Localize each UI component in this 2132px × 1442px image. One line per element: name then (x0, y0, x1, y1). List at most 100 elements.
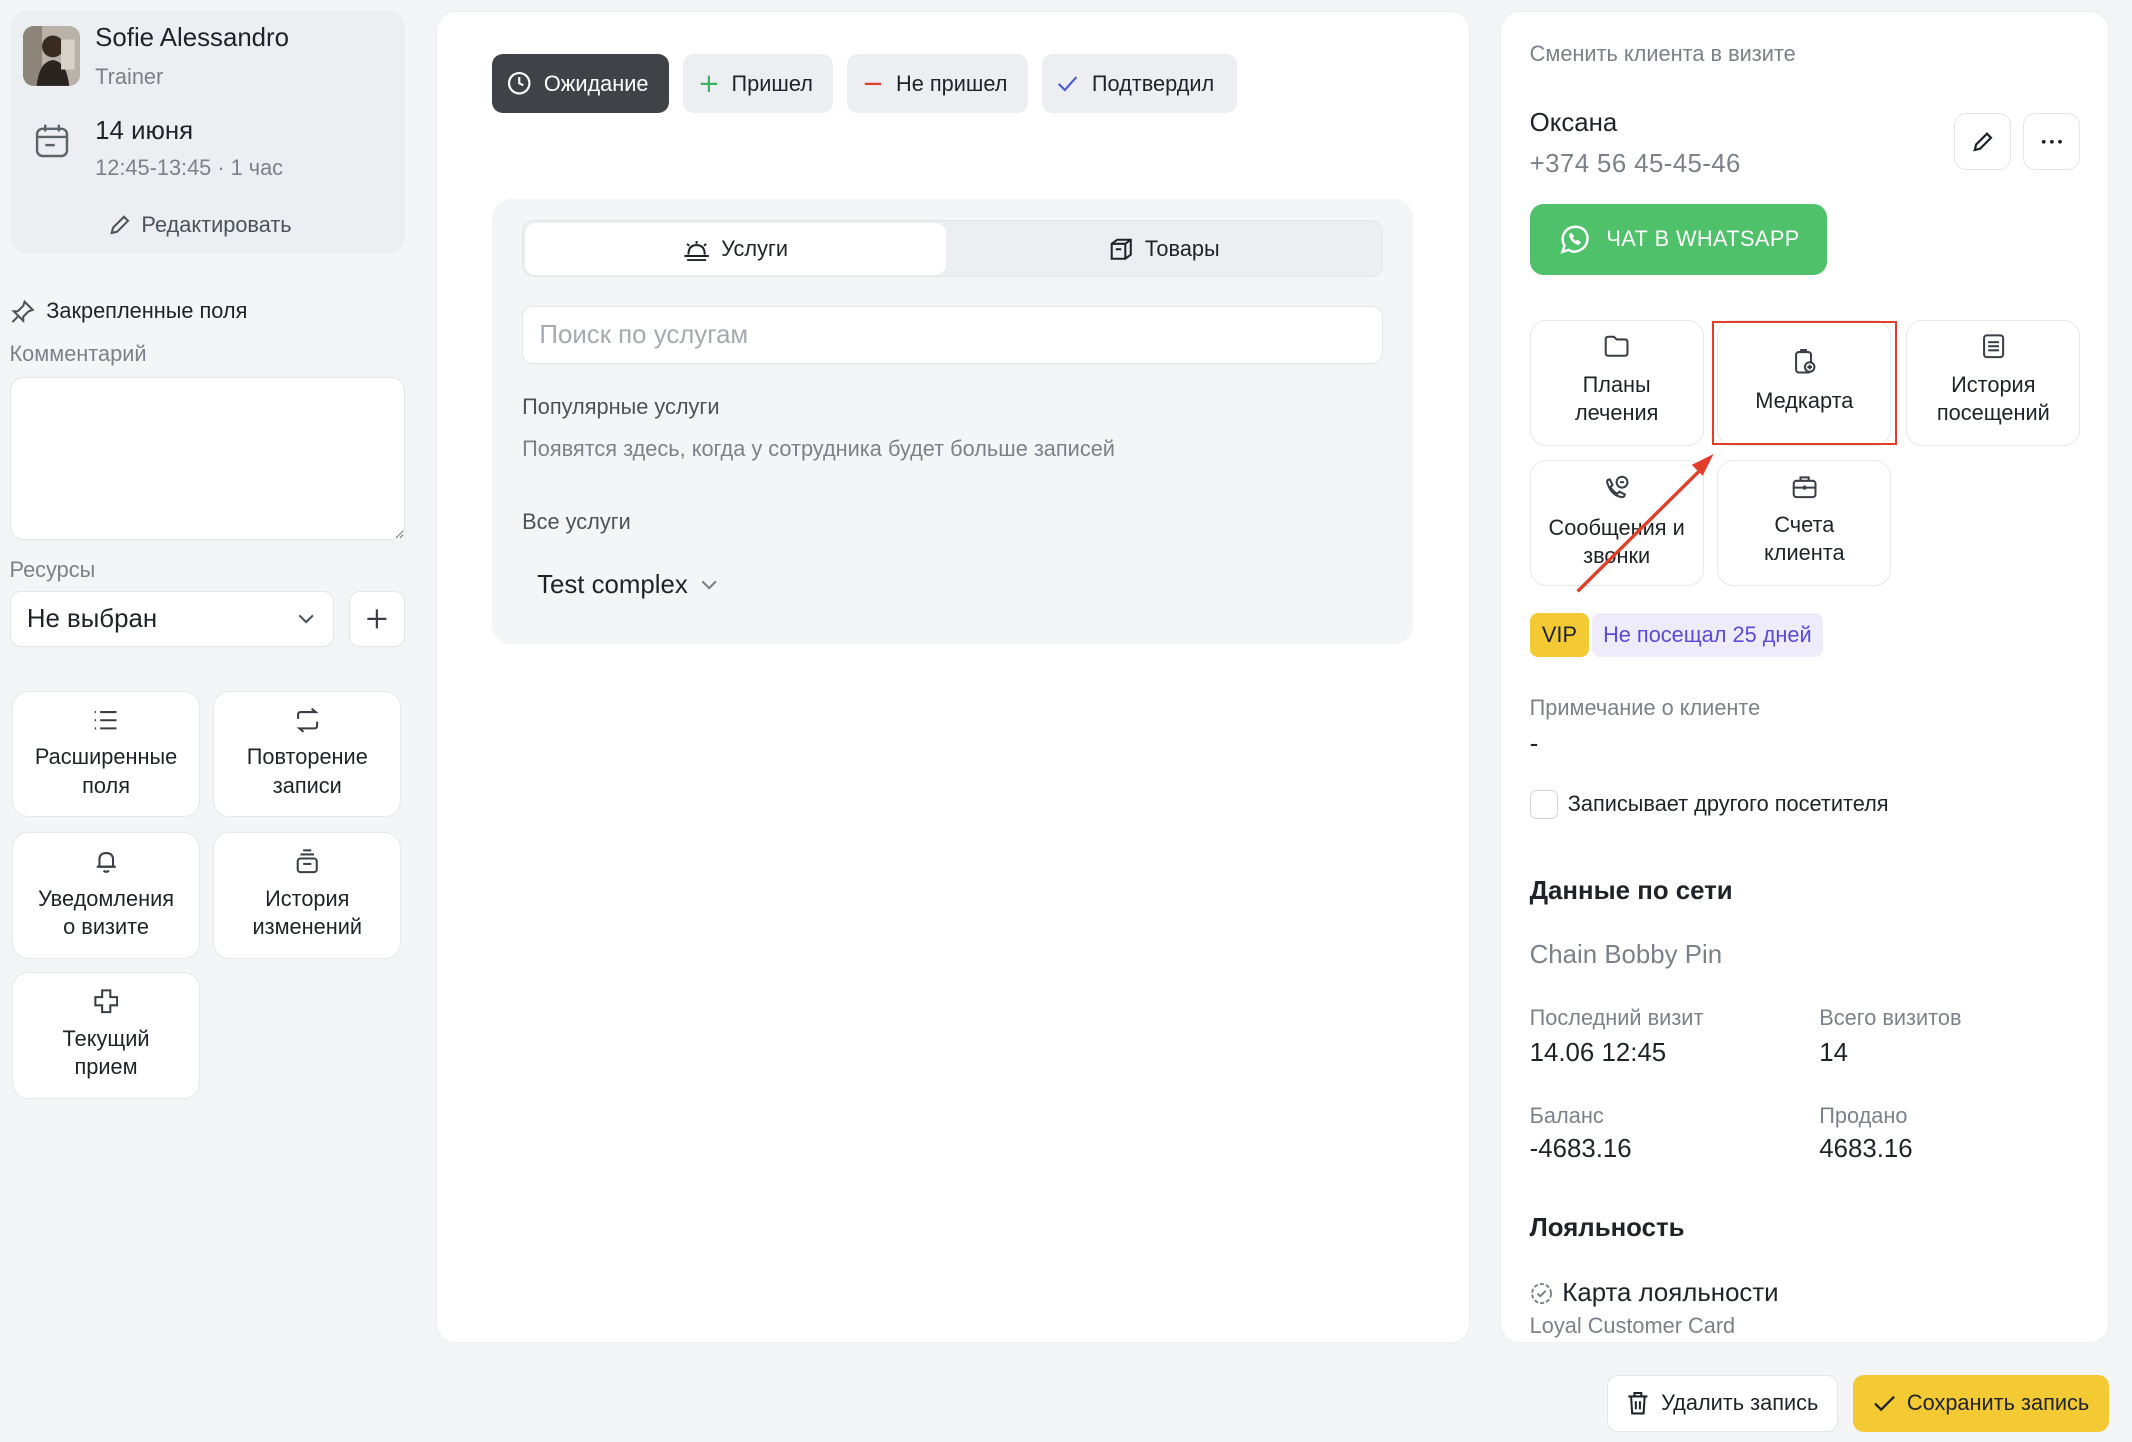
status-confirmed-button[interactable]: Подтвердил (1041, 54, 1238, 113)
tile-label: Планы лечения (1574, 371, 1659, 426)
annotation-arrow-icon (1564, 435, 1727, 598)
edit-client-button[interactable] (1953, 112, 2011, 170)
pinned-fields-header[interactable]: Закрепленные поля (11, 297, 248, 324)
tile-label: Текущий прием (62, 1025, 150, 1080)
tile-visit-history[interactable]: История посещений (1906, 319, 2081, 446)
vip-badge: VIP (1529, 613, 1590, 657)
calendar-icon (33, 122, 71, 160)
loyalty-card-name: Loyal Customer Card (1529, 1313, 1736, 1339)
resources-label: Ресурсы (9, 557, 96, 583)
pin-icon (11, 299, 35, 323)
status-arrived-button[interactable]: Пришел (682, 54, 834, 113)
edit-visit-label: Редактировать (141, 212, 292, 238)
tile-client-accounts[interactable]: Счета клиента (1717, 459, 1892, 587)
minus-icon (862, 73, 884, 95)
other-visitor-checkbox[interactable] (1529, 789, 1559, 819)
tile-label: Уведомления о визите (38, 885, 175, 940)
status-label: Ожидание (543, 70, 649, 96)
network-name: Chain Bobby Pin (1529, 940, 1723, 969)
total-visits-label: Всего визитов (1819, 1004, 1962, 1030)
status-label: Пришел (731, 70, 813, 96)
balance-label: Баланс (1529, 1102, 1604, 1128)
last-visit-label: Последний визит (1529, 1004, 1704, 1030)
whatsapp-label: ЧАТ В WHATSAPP (1606, 226, 1800, 252)
tile-change-history[interactable]: История изменений (213, 832, 402, 959)
check-icon (1056, 73, 1079, 95)
resource-select[interactable]: Не выбран (9, 591, 335, 648)
pencil-icon (109, 214, 131, 236)
history-stack-icon (295, 849, 319, 874)
tile-label: Повторение записи (246, 744, 368, 798)
trainer-name: Sofie Alessandro (95, 24, 290, 53)
sold-value: 4683.16 (1819, 1135, 1913, 1164)
cross-icon (94, 989, 118, 1014)
visit-date: 14 июня (95, 116, 194, 145)
not-visited-badge: Не посещал 25 дней (1592, 613, 1823, 657)
tile-extended-fields[interactable]: Расширенные поля (12, 690, 200, 818)
plus-icon (698, 73, 720, 95)
add-resource-button[interactable] (349, 591, 406, 648)
resource-select-value: Не выбран (26, 604, 158, 633)
last-visit-value: 14.06 12:45 (1529, 1038, 1667, 1067)
avatar[interactable] (23, 25, 81, 86)
tab-services-label: Услуги (721, 235, 789, 261)
chevron-down-icon (701, 580, 718, 591)
clock-icon (507, 71, 531, 95)
more-dots-icon (2041, 139, 2063, 144)
pinned-fields-title: Закрепленные поля (46, 297, 248, 323)
tab-services[interactable]: Услуги (524, 222, 947, 275)
other-visitor-option[interactable]: Записывает другого посетителя (1529, 789, 1889, 819)
status-label: Подтвердил (1091, 70, 1215, 96)
tile-label: История посещений (1936, 371, 2050, 426)
client-note-label: Примечание о клиенте (1529, 694, 1761, 720)
tile-treatment-plans[interactable]: Планы лечения (1529, 319, 1704, 446)
tile-visit-notifications[interactable]: Уведомления о визите (12, 832, 200, 959)
more-actions-button[interactable] (2023, 112, 2081, 170)
briefcase-icon (1791, 474, 1818, 499)
all-services-title: Все услуги (522, 508, 631, 534)
tab-goods[interactable]: Товары (949, 223, 1380, 275)
status-label: Не пришел (896, 70, 1008, 96)
repeat-icon (294, 708, 321, 733)
service-group-toggle[interactable]: Test complex (537, 571, 718, 600)
visits-history-icon (1980, 334, 2007, 359)
change-client-link[interactable]: Сменить клиента в визите (1530, 41, 1796, 67)
save-visit-button[interactable]: Сохранить запись (1853, 1374, 2109, 1432)
balance-value: -4683.16 (1529, 1135, 1632, 1164)
popular-services-hint: Появятся здесь, когда у сотрудника будет… (522, 436, 1115, 462)
pencil-icon (1972, 131, 1994, 153)
service-bell-icon (683, 237, 710, 261)
tile-label: История изменений (252, 885, 363, 940)
tile-repeat-visits[interactable]: Повторение записи (213, 690, 402, 818)
services-search-input[interactable] (522, 305, 1383, 365)
client-name: Оксана (1529, 108, 1618, 137)
comment-label: Комментарий (9, 341, 147, 367)
client-phone: +374 56 45-45-46 (1529, 149, 1741, 178)
tile-current-appointment[interactable]: Текущий прием (12, 972, 200, 1099)
loyalty-card-title: Карта лояльности (1562, 1279, 1779, 1308)
folder-icon (1603, 334, 1630, 358)
bell-icon (94, 849, 118, 874)
delete-visit-label: Удалить запись (1661, 1390, 1819, 1416)
whatsapp-icon (1557, 222, 1592, 257)
delete-visit-button[interactable]: Удалить запись (1607, 1374, 1839, 1432)
network-data-title: Данные по сети (1529, 877, 1733, 905)
whatsapp-chat-button[interactable]: ЧАТ В WHATSAPP (1529, 203, 1828, 275)
status-no-show-button[interactable]: Не пришел (847, 54, 1028, 113)
edit-visit-link[interactable]: Редактировать (109, 212, 292, 238)
annotation-highlight-box (1711, 320, 1897, 445)
popular-services-title: Популярные услуги (522, 394, 720, 420)
other-visitor-label: Записывает другого посетителя (1567, 791, 1889, 817)
plus-icon (366, 608, 388, 630)
status-waiting-button[interactable]: Ожидание (492, 54, 669, 113)
client-note-value[interactable]: - (1530, 730, 1539, 759)
box-icon (1109, 237, 1133, 261)
sold-label: Продано (1819, 1102, 1908, 1128)
visit-time: 12:45-13:45 · 1 час (95, 155, 284, 180)
loyalty-card-row[interactable]: Карта лояльности (1530, 1279, 1779, 1308)
badge-check-icon (1530, 1282, 1553, 1305)
total-visits-value: 14 (1819, 1038, 1848, 1067)
comment-field[interactable] (9, 376, 406, 540)
chevron-down-icon (298, 614, 314, 625)
tab-goods-label: Товары (1144, 235, 1220, 261)
